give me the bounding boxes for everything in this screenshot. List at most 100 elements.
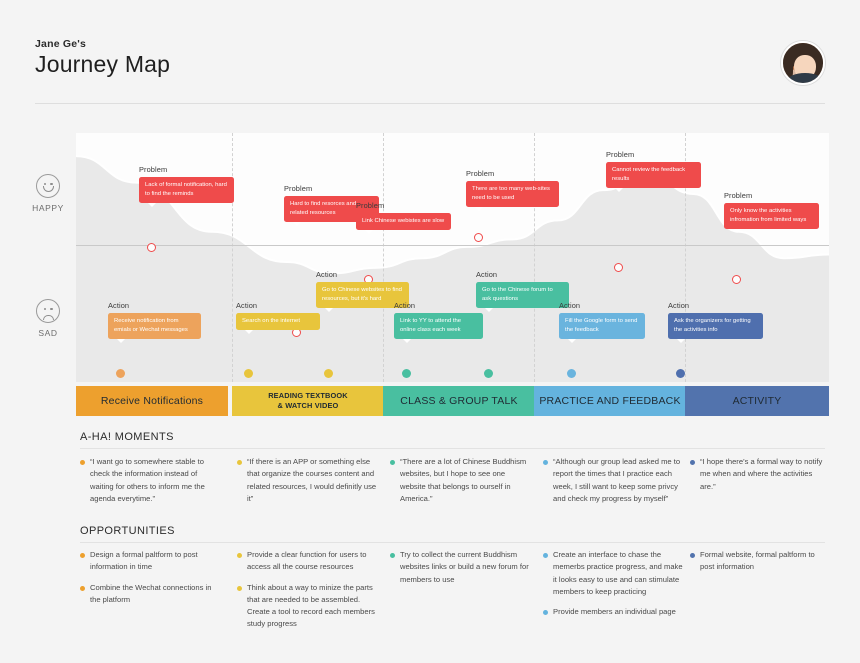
problem-callout[interactable]: Problem Only know the activities infromat… — [724, 191, 819, 233]
opportunity-item: Combine the Wechat connections in the pl… — [80, 582, 222, 607]
aha-text: “If there is an APP or something else th… — [247, 457, 377, 503]
header-text-block: Jane Ge's Journey Map — [35, 38, 170, 78]
opportunity-text: Combine the Wechat connections in the pl… — [90, 582, 212, 604]
action-callout[interactable]: Action Ask the organizers for getting the… — [668, 301, 763, 343]
problem-kicker: Problem — [356, 201, 385, 210]
bullet-dot — [390, 553, 395, 558]
opportunities-section-title: OPPORTUNITIES — [80, 525, 175, 537]
aha-section-title: A-HA! MOMENTS — [80, 431, 174, 443]
stage-label: Receive Notifications — [100, 395, 204, 407]
stage-5[interactable]: ACTIVITY — [685, 386, 829, 416]
bullet-dot — [237, 553, 242, 558]
opportunity-text: Provide a clear function for users to ac… — [247, 550, 367, 572]
happy-face-icon — [36, 174, 60, 198]
action-marker[interactable] — [567, 369, 576, 378]
action-callout[interactable]: Action Receive notification from emials o… — [108, 301, 201, 343]
page-title: Journey Map — [35, 51, 171, 77]
opportunity-text: Create an interface to chase the memerbs… — [553, 550, 683, 596]
problem-bubble-text: Link Chinese webistes are slow — [356, 212, 451, 235]
avatar-body — [787, 73, 823, 83]
aha-text: “I want go to somewhere stable to check … — [90, 457, 205, 503]
aha-item: “I want go to somewhere stable to check … — [80, 456, 222, 505]
opportunity-text: Formal website, formal paltform to post … — [700, 550, 815, 572]
action-marker[interactable] — [402, 369, 411, 378]
aha-column: “Although our group lead asked me to rep… — [543, 456, 683, 513]
action-callout[interactable]: Action Go to the Chinese forum to ask que… — [476, 270, 569, 312]
opportunity-column: Provide a clear function for users to ac… — [237, 549, 377, 639]
action-kicker: Action — [476, 270, 498, 279]
aha-text: “Although our group lead asked me to rep… — [553, 457, 681, 503]
opportunity-text: Design a formal paltform to post informa… — [90, 550, 198, 572]
bullet-dot — [543, 610, 548, 616]
problem-marker[interactable] — [614, 263, 623, 272]
opportunity-item: Think about a way to minize the parts th… — [237, 582, 377, 631]
action-bubble-text: Search on the internet — [236, 312, 320, 335]
stage-label: READING TEXTBOOK & WATCH VIDEO — [268, 391, 348, 410]
action-marker[interactable] — [244, 369, 253, 378]
action-kicker: Action — [394, 301, 416, 310]
problem-marker[interactable] — [147, 243, 156, 252]
opportunity-item: Provide members an individual page — [543, 606, 683, 618]
header-divider — [35, 103, 825, 104]
emotion-curve-chart: Problem Lack of formal notification, hard… — [76, 133, 829, 382]
aha-text: “I hope there’s a formal way to notify m… — [700, 457, 823, 491]
problem-kicker: Problem — [466, 169, 495, 178]
problem-callout[interactable]: Problem Lack of formal notification, hard… — [139, 165, 234, 207]
problem-marker[interactable] — [732, 275, 741, 284]
problem-callout[interactable]: Problem There are too many web-sites need… — [466, 169, 559, 211]
action-kicker: Action — [316, 270, 338, 279]
opportunity-item: Try to collect the current Buddhism webs… — [390, 549, 530, 586]
mood-happy-label: HAPPY — [32, 203, 64, 213]
action-callout[interactable]: Action Fill the Google form to send the f… — [559, 301, 645, 343]
grid-line — [383, 133, 384, 382]
mood-sad-label: SAD — [38, 328, 58, 338]
bullet-dot — [543, 460, 548, 465]
opportunity-text: Think about a way to minize the parts th… — [247, 582, 375, 629]
problem-callout[interactable]: Problem Cannot review the feedback result… — [606, 150, 701, 192]
action-callout[interactable]: Action Link to YY to attend the online cl… — [394, 301, 483, 343]
aha-column: “I hope there’s a formal way to notify m… — [690, 456, 828, 501]
action-kicker: Action — [668, 301, 690, 310]
opportunity-item: Design a formal paltform to post informa… — [80, 549, 222, 574]
problem-marker[interactable] — [474, 233, 483, 242]
bullet-dot — [237, 585, 242, 591]
mood-sad: SAD — [27, 299, 69, 338]
page-header: Jane Ge's Journey Map — [0, 0, 860, 104]
stage-4[interactable]: PRACTICE AND FEEDBACK — [534, 386, 686, 416]
action-kicker: Action — [236, 301, 258, 310]
avatar[interactable] — [781, 41, 825, 85]
sad-face-icon — [36, 299, 60, 323]
aha-item: “I hope there’s a formal way to notify m… — [690, 456, 828, 493]
problem-callout[interactable]: Problem Link Chinese webistes are slow — [356, 201, 451, 235]
opportunity-column: Create an interface to chase the memerbs… — [543, 549, 683, 626]
bullet-dot — [690, 460, 695, 465]
action-marker[interactable] — [484, 369, 493, 378]
stage-3[interactable]: CLASS & GROUP TALK — [383, 386, 535, 416]
action-bubble-text: Link to YY to attend the online class ea… — [394, 312, 483, 343]
action-marker[interactable] — [116, 369, 125, 378]
opportunity-item: Create an interface to chase the memerbs… — [543, 549, 683, 598]
opportunity-column: Formal website, formal paltform to post … — [690, 549, 828, 582]
stage-2[interactable]: READING TEXTBOOK & WATCH VIDEO — [232, 386, 384, 416]
action-bubble-text: Go to the Chinese forum to ask questions — [476, 281, 569, 312]
action-marker[interactable] — [324, 369, 333, 378]
aha-item: “Although our group lead asked me to rep… — [543, 456, 683, 505]
bullet-dot — [80, 553, 85, 558]
bullet-dot — [543, 553, 548, 558]
bullet-dot — [237, 460, 242, 465]
bullet-dot — [80, 460, 85, 465]
opportunity-item: Provide a clear function for users to ac… — [237, 549, 377, 574]
problem-bubble-text: There are too many web-sites need to be … — [466, 180, 559, 211]
problem-kicker: Problem — [139, 165, 168, 174]
aha-column: “There are a lot of Chinese Buddhism web… — [390, 456, 530, 513]
aha-column: “I want go to somewhere stable to check … — [80, 456, 222, 513]
problem-bubble-text: Only know the activities infromation fro… — [724, 202, 819, 233]
aha-text: “There are a lot of Chinese Buddhism web… — [400, 457, 527, 503]
opportunity-column: Try to collect the current Buddhism webs… — [390, 549, 530, 594]
action-marker[interactable] — [676, 369, 685, 378]
stage-1[interactable]: Receive Notifications — [76, 386, 228, 416]
stage-label: PRACTICE AND FEEDBACK — [539, 395, 681, 407]
bullet-dot — [690, 553, 695, 558]
aha-item: “If there is an APP or something else th… — [237, 456, 377, 505]
action-callout[interactable]: Action Search on the internet — [236, 301, 320, 335]
